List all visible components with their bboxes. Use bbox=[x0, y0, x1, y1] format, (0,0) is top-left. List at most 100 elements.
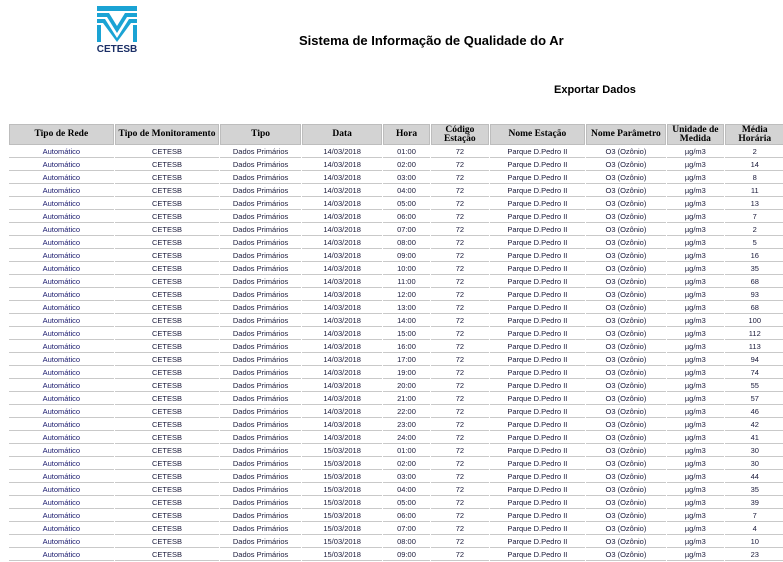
cell-hora: 11:00 bbox=[383, 276, 430, 288]
cell-media-horaria: 11 bbox=[724, 185, 783, 197]
table-row: Automático CETESB Dados Primários 14/03/201… bbox=[9, 302, 783, 314]
cell-tipo-monitoramento: CETESB bbox=[114, 172, 220, 184]
table-row: Automático CETESB Dados Primários 14/03/201… bbox=[9, 341, 783, 353]
header-hora[interactable]: Hora bbox=[383, 124, 430, 145]
cell-unidade-medida: µg/m3 bbox=[667, 406, 724, 418]
cell-codigo-estacao: 72 bbox=[430, 172, 490, 184]
cell-media-horaria: 10 bbox=[724, 536, 783, 548]
cell-tipo-monitoramento: CETESB bbox=[114, 224, 220, 236]
cell-data: 14/03/2018 bbox=[301, 367, 383, 379]
cell-codigo-estacao: 72 bbox=[430, 406, 490, 418]
cell-nome-estacao: Parque D.Pedro II bbox=[490, 458, 585, 470]
cell-tipo-monitoramento: CETESB bbox=[114, 211, 220, 223]
cell-nome-estacao: Parque D.Pedro II bbox=[490, 471, 585, 483]
table-row: Automático CETESB Dados Primários 15/03/201… bbox=[9, 484, 783, 496]
cell-data: 15/03/2018 bbox=[301, 445, 383, 457]
cell-codigo-estacao: 72 bbox=[430, 432, 490, 444]
cell-nome-parametro: O3 (Ozônio) bbox=[585, 341, 667, 353]
cell-codigo-estacao: 72 bbox=[430, 419, 490, 431]
cell-tipo-monitoramento: CETESB bbox=[114, 484, 220, 496]
cell-nome-estacao: Parque D.Pedro II bbox=[490, 445, 585, 457]
cell-tipo-rede: Automático bbox=[9, 159, 114, 171]
cell-nome-parametro: O3 (Ozônio) bbox=[585, 406, 667, 418]
cell-data: 14/03/2018 bbox=[301, 159, 383, 171]
cell-tipo-monitoramento: CETESB bbox=[114, 510, 220, 522]
cell-nome-estacao: Parque D.Pedro II bbox=[490, 419, 585, 431]
header-tipo-monitoramento[interactable]: Tipo de Monitoramento bbox=[114, 124, 220, 145]
cell-hora: 03:00 bbox=[383, 471, 430, 483]
cell-codigo-estacao: 72 bbox=[430, 445, 490, 457]
header-tipo-rede[interactable]: Tipo de Rede bbox=[9, 124, 114, 145]
cell-unidade-medida: µg/m3 bbox=[667, 224, 724, 236]
cell-media-horaria: 41 bbox=[724, 432, 783, 444]
cell-unidade-medida: µg/m3 bbox=[667, 380, 724, 392]
cell-tipo: Dados Primários bbox=[220, 172, 301, 184]
cell-tipo-monitoramento: CETESB bbox=[114, 185, 220, 197]
cell-nome-estacao: Parque D.Pedro II bbox=[490, 159, 585, 171]
cell-tipo-rede: Automático bbox=[9, 250, 114, 262]
header-tipo[interactable]: Tipo bbox=[220, 124, 301, 145]
header-nome-parametro[interactable]: Nome Parâmetro bbox=[585, 124, 667, 145]
cell-media-horaria: 30 bbox=[724, 458, 783, 470]
cell-data: 14/03/2018 bbox=[301, 354, 383, 366]
cell-hora: 16:00 bbox=[383, 341, 430, 353]
cell-data: 14/03/2018 bbox=[301, 172, 383, 184]
cell-nome-estacao: Parque D.Pedro II bbox=[490, 432, 585, 444]
cell-unidade-medida: µg/m3 bbox=[667, 237, 724, 249]
cell-tipo-monitoramento: CETESB bbox=[114, 380, 220, 392]
table-row: Automático CETESB Dados Primários 14/03/201… bbox=[9, 393, 783, 405]
cell-tipo-monitoramento: CETESB bbox=[114, 445, 220, 457]
header-codigo-estacao[interactable]: Código Estação bbox=[430, 124, 490, 145]
header-data[interactable]: Data bbox=[301, 124, 383, 145]
cell-nome-estacao: Parque D.Pedro II bbox=[490, 328, 585, 340]
cell-tipo-rede: Automático bbox=[9, 237, 114, 249]
export-data-link[interactable]: Exportar Dados bbox=[554, 84, 636, 96]
cell-tipo-monitoramento: CETESB bbox=[114, 497, 220, 509]
cell-media-horaria: 113 bbox=[724, 341, 783, 353]
cell-media-horaria: 112 bbox=[724, 328, 783, 340]
cell-tipo-rede: Automático bbox=[9, 198, 114, 210]
cell-unidade-medida: µg/m3 bbox=[667, 185, 724, 197]
cell-media-horaria: 4 bbox=[724, 523, 783, 535]
table-row: Automático CETESB Dados Primários 15/03/201… bbox=[9, 536, 783, 548]
cell-hora: 06:00 bbox=[383, 510, 430, 522]
cell-media-horaria: 35 bbox=[724, 263, 783, 275]
cell-unidade-medida: µg/m3 bbox=[667, 536, 724, 548]
cell-data: 15/03/2018 bbox=[301, 484, 383, 496]
cell-data: 14/03/2018 bbox=[301, 237, 383, 249]
table-row: Automático CETESB Dados Primários 14/03/201… bbox=[9, 315, 783, 327]
cell-data: 14/03/2018 bbox=[301, 263, 383, 275]
cell-codigo-estacao: 72 bbox=[430, 328, 490, 340]
cell-tipo-monitoramento: CETESB bbox=[114, 198, 220, 210]
cell-codigo-estacao: 72 bbox=[430, 393, 490, 405]
cell-tipo-monitoramento: CETESB bbox=[114, 523, 220, 535]
cell-data: 14/03/2018 bbox=[301, 289, 383, 301]
cell-hora: 03:00 bbox=[383, 172, 430, 184]
cell-tipo: Dados Primários bbox=[220, 445, 301, 457]
cell-tipo-rede: Automático bbox=[9, 302, 114, 314]
table-row: Automático CETESB Dados Primários 14/03/201… bbox=[9, 263, 783, 275]
cell-codigo-estacao: 72 bbox=[430, 523, 490, 535]
cell-unidade-medida: µg/m3 bbox=[667, 510, 724, 522]
header-nome-estacao[interactable]: Nome Estação bbox=[490, 124, 585, 145]
cell-tipo-monitoramento: CETESB bbox=[114, 328, 220, 340]
header-media-horaria[interactable]: Média Horária bbox=[724, 124, 783, 145]
cell-tipo: Dados Primários bbox=[220, 367, 301, 379]
cell-hora: 04:00 bbox=[383, 484, 430, 496]
cell-data: 14/03/2018 bbox=[301, 393, 383, 405]
cell-hora: 02:00 bbox=[383, 159, 430, 171]
cell-hora: 24:00 bbox=[383, 432, 430, 444]
cell-unidade-medida: µg/m3 bbox=[667, 159, 724, 171]
cell-tipo-monitoramento: CETESB bbox=[114, 159, 220, 171]
cell-tipo: Dados Primários bbox=[220, 341, 301, 353]
cell-tipo: Dados Primários bbox=[220, 276, 301, 288]
cell-tipo: Dados Primários bbox=[220, 159, 301, 171]
cell-codigo-estacao: 72 bbox=[430, 250, 490, 262]
cell-tipo-rede: Automático bbox=[9, 510, 114, 522]
cell-tipo-rede: Automático bbox=[9, 354, 114, 366]
cell-tipo-monitoramento: CETESB bbox=[114, 367, 220, 379]
cell-tipo: Dados Primários bbox=[220, 458, 301, 470]
cell-media-horaria: 16 bbox=[724, 250, 783, 262]
header-unidade-medida[interactable]: Unidade de Medida bbox=[667, 124, 724, 145]
cell-tipo: Dados Primários bbox=[220, 432, 301, 444]
